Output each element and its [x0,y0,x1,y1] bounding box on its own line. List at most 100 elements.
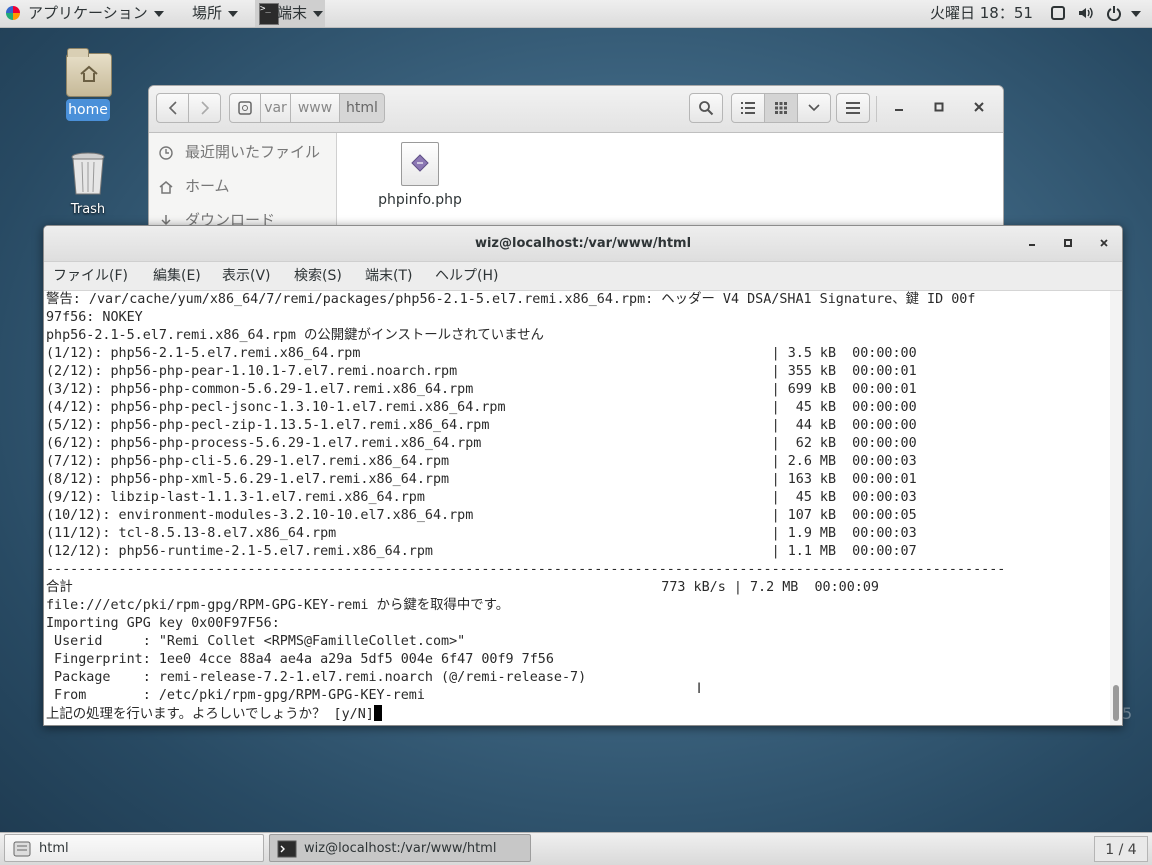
menu-terminal[interactable]: 端末(T) [365,262,412,290]
terminal-icon: >_ [259,3,279,25]
header-separator [876,96,877,122]
chevron-down-icon [228,10,239,17]
terminal-line: 合計 773 kB/s | 7.2 MB 00:00:09 [46,580,879,595]
maximize-icon [934,102,944,112]
maximize-button[interactable] [1058,234,1078,254]
terminal-line: Importing GPG key 0x00F97F56: [46,616,280,631]
sidebar-item-home[interactable]: ホーム [159,173,230,199]
chevron-down-icon [808,104,820,112]
top-panel: アプリケーション 場所 >_ 端末 火曜日 18：51 [0,0,1152,28]
terminal-line: (1/12): php56-2.1-5.el7.remi.x86_64.rpm … [46,346,917,361]
minimize-button[interactable] [1022,234,1042,254]
minimize-icon [1029,244,1035,246]
breadcrumb-html[interactable]: html [339,93,385,123]
clock-icon [159,145,173,160]
file-manager-header: var www html [149,86,1003,133]
home-folder-label[interactable]: home [66,99,110,121]
task-terminal[interactable]: wiz@localhost:/var/www/html [269,834,531,862]
file-cabinet-icon [13,841,31,857]
places-menu[interactable]: 場所 [192,0,239,27]
home-folder-icon[interactable] [66,48,112,97]
places-label: 場所 [192,4,223,22]
minimize-button[interactable] [889,99,909,119]
terminal-line: Fingerprint: 1ee0 4cce 88a4 ae4a a29a 5d… [46,652,554,667]
close-icon [974,102,984,112]
applications-menu[interactable]: アプリケーション [28,0,164,27]
terminal-menubar: ファイル(F) 編集(E) 表示(V) 検索(S) 端末(T) ヘルプ(H) [44,262,1122,291]
terminal-scrollbar[interactable] [1110,291,1122,725]
bottom-panel: html wiz@localhost:/var/www/html 1 / 4 [0,832,1152,865]
view-options-button[interactable] [797,93,831,123]
menu-edit[interactable]: 編集(E) [153,262,201,290]
sidebar-item-recent[interactable]: 最近開いたファイル [159,139,320,165]
chevron-down-icon [153,10,164,17]
maximize-icon [1064,239,1072,247]
search-button[interactable] [689,93,723,123]
applications-icon [6,6,20,20]
home-icon [159,180,173,194]
close-icon [1100,239,1108,247]
power-icon[interactable] [1106,5,1122,21]
terminal-app-menu[interactable]: >_ 端末 [255,0,325,27]
desktop-fragment-text: 5 [1122,704,1133,723]
terminal-title: wiz@localhost:/var/www/html [474,236,692,251]
terminal-line: (5/12): php56-php-pecl-zip-1.13.5-1.el7.… [46,418,917,433]
chevron-down-icon [313,11,323,17]
terminal-line: (2/12): php56-php-pear-1.10.1-7.el7.remi… [46,364,917,379]
terminal-line: (12/12): php56-runtime-2.1-5.el7.remi.x8… [46,544,917,559]
breadcrumb-www[interactable]: www [290,93,340,123]
terminal-line: (10/12): environment-modules-3.2.10-10.e… [46,508,917,523]
maximize-button[interactable] [929,99,949,119]
scrollbar-thumb[interactable] [1113,685,1119,721]
php-file-icon[interactable] [401,142,439,186]
applications-label: アプリケーション [28,4,148,22]
chevron-right-icon [200,101,209,115]
terminal-icon [277,840,297,858]
grid-view-button[interactable] [764,93,798,123]
file-name-label[interactable]: phpinfo.php [374,192,466,208]
drive-icon [238,101,252,115]
terminal-titlebar[interactable]: wiz@localhost:/var/www/html [44,226,1122,262]
terminal-window: wiz@localhost:/var/www/html ファイル(F) 編集(E… [43,225,1123,726]
breadcrumb-root[interactable] [229,93,261,123]
grid-view-icon [775,102,787,114]
terminal-line: (7/12): php56-php-cli-5.6.29-1.el7.remi.… [46,454,917,469]
terminal-prompt: 上記の処理を行います。よろしいでしょうか？ [y/N] [46,707,374,722]
terminal-prompt-line: 上記の処理を行います。よろしいでしょうか？ [y/N] [46,705,1108,723]
terminal-line: From : /etc/pki/rpm-gpg/RPM-GPG-KEY-remi [46,688,425,703]
trash-label[interactable]: Trash [62,202,114,217]
terminal-line: ----------------------------------------… [46,562,1006,577]
terminal-line: (3/12): php56-php-common-5.6.29-1.el7.re… [46,382,917,397]
house-icon [80,65,98,82]
terminal-line: 97f56: NOKEY [46,310,143,325]
workspace-switcher[interactable]: 1 / 4 [1094,836,1148,862]
menu-icon [846,102,860,114]
task-file-manager[interactable]: html [4,834,264,862]
menu-file[interactable]: ファイル(F) [53,262,128,290]
php-file-glyph [411,154,429,172]
clock[interactable]: 火曜日 18：51 [930,0,1033,27]
list-view-button[interactable] [731,93,765,123]
menu-view[interactable]: 表示(V) [222,262,271,290]
breadcrumb-var[interactable]: var [260,93,291,123]
menu-help[interactable]: ヘルプ(H) [435,262,498,290]
terminal-line: (4/12): php56-php-pecl-jsonc-1.3.10-1.el… [46,400,917,415]
hamburger-menu-button[interactable] [836,93,870,123]
forward-button[interactable] [188,93,221,123]
sidebar-item-label: 最近開いたファイル [185,143,321,161]
menu-search[interactable]: 検索(S) [294,262,342,290]
terminal-line: (11/12): tcl-8.5.13-8.el7.x86_64.rpm | 1… [46,526,917,541]
chevron-down-icon[interactable] [1131,11,1141,17]
trash-icon[interactable] [70,152,106,196]
close-button[interactable] [1094,234,1114,254]
volume-icon[interactable] [1077,5,1093,21]
minimize-icon [895,109,903,111]
back-button[interactable] [156,93,189,123]
text-cursor [373,705,382,721]
terminal-line: (8/12): php56-php-xml-5.6.29-1.el7.remi.… [46,472,917,487]
terminal-output[interactable]: 警告: /var/cache/yum/x86_64/7/remi/package… [46,291,1108,725]
terminal-line: (6/12): php56-php-process-5.6.29-1.el7.r… [46,436,917,451]
list-view-icon [741,102,755,114]
screen-icon[interactable] [1050,5,1066,21]
close-button[interactable] [969,99,989,119]
